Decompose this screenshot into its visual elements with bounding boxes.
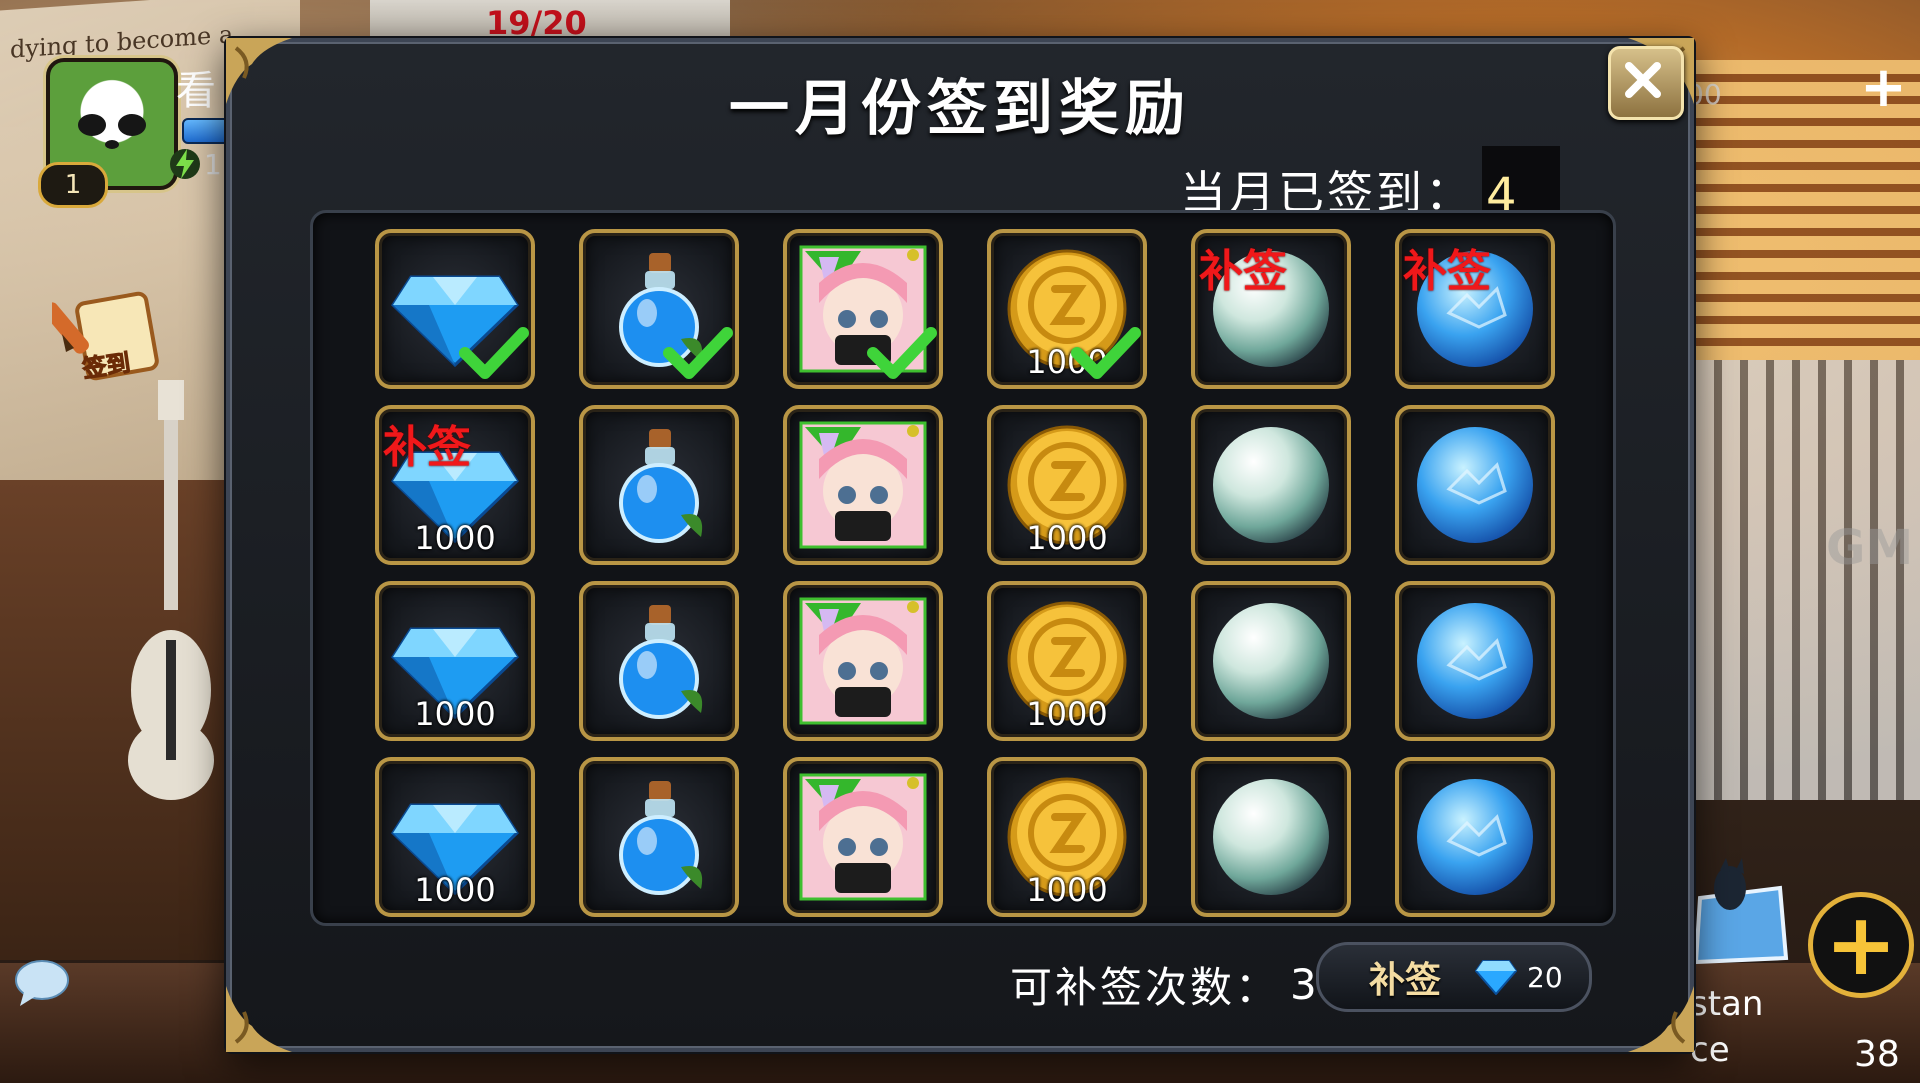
makeup-tag: 补签 <box>383 422 471 473</box>
diamond-icon <box>1475 960 1518 995</box>
reward-cell[interactable]: 1000 <box>987 757 1147 917</box>
energy-value: 1 <box>204 148 222 181</box>
gm-button[interactable]: GM <box>1826 520 1913 576</box>
reward-cell[interactable] <box>375 229 535 389</box>
plus-button[interactable]: + <box>1808 892 1914 998</box>
checkmark-icon <box>1071 327 1141 379</box>
reward-cell[interactable] <box>1191 405 1351 565</box>
reward-cell[interactable]: 1000 <box>375 757 535 917</box>
reward-grid: 1000 补签 补签 补签 1000 1000 1000 1000 1000 1… <box>375 229 1555 917</box>
signin-label[interactable]: 签到 <box>80 343 132 384</box>
makeup-count-row: 可补签次数： 3 <box>1010 954 1317 1015</box>
reward-cell[interactable] <box>1395 405 1555 565</box>
reward-cell[interactable]: 补签 <box>1395 229 1555 389</box>
close-icon <box>1625 62 1661 98</box>
side-number: 38 <box>1854 1034 1900 1075</box>
blue-orb-icon <box>1417 427 1533 543</box>
makeup-button-label: 补签 <box>1369 960 1442 1001</box>
character-icon <box>799 773 927 901</box>
add-currency-icon[interactable]: + <box>1860 60 1907 116</box>
top-counter: 19/20 <box>486 4 587 42</box>
reward-cell[interactable]: 补签 1000 <box>375 405 535 565</box>
potion-icon <box>619 605 703 719</box>
blue-orb-icon <box>1417 603 1533 719</box>
makeup-cost: 20 <box>1527 960 1563 994</box>
player-name: 看 <box>176 68 216 114</box>
reward-quantity: 1000 <box>1026 695 1108 733</box>
reward-cell[interactable]: 1000 <box>987 229 1147 389</box>
reward-quantity: 1000 <box>414 695 496 733</box>
makeup-signin-button[interactable]: 补签 20 <box>1316 942 1592 1012</box>
checkmark-icon <box>663 327 733 379</box>
avatar-eye-right <box>118 114 146 136</box>
reward-quantity: 1000 <box>414 871 496 909</box>
dialog-title: 一月份签到奖励 <box>729 74 1191 144</box>
character-icon <box>799 597 927 725</box>
side-label-1: stan <box>1690 984 1764 1024</box>
pearl-icon <box>1213 603 1329 719</box>
frame-corner-ornament <box>226 986 292 1052</box>
reward-grid-panel: 1000 补签 补签 补签 1000 1000 1000 1000 1000 1… <box>310 210 1616 926</box>
reward-cell[interactable]: 1000 <box>987 581 1147 741</box>
reward-cell[interactable] <box>579 581 739 741</box>
blue-orb-icon <box>1417 779 1533 895</box>
reward-cell[interactable]: 1000 <box>987 405 1147 565</box>
makeup-tag: 补签 <box>1199 246 1287 297</box>
map-icon[interactable] <box>1690 858 1790 968</box>
reward-quantity: 1000 <box>1026 871 1108 909</box>
reward-cell[interactable] <box>1191 757 1351 917</box>
makeup-count-label: 可补签次数： <box>1010 963 1281 1012</box>
pearl-icon <box>1213 427 1329 543</box>
avatar-eye-left <box>78 114 106 136</box>
character-icon <box>799 421 927 549</box>
reward-cell[interactable]: 补签 <box>1191 229 1351 389</box>
chat-bubble-icon[interactable] <box>14 958 70 1008</box>
makeup-tag: 补签 <box>1403 246 1491 297</box>
reward-cell[interactable] <box>783 757 943 917</box>
lightning-icon <box>170 149 200 179</box>
guitar-icon <box>128 380 214 800</box>
signin-reward-dialog: 一月份签到奖励 当月已签到： 4 1000 补签 补签 补签 1000 1000… <box>226 38 1694 1052</box>
player-level-badge: 1 <box>38 162 108 208</box>
reward-cell[interactable] <box>1191 581 1351 741</box>
reward-cell[interactable] <box>1395 581 1555 741</box>
avatar-nose <box>105 140 119 149</box>
reward-quantity: 1000 <box>1026 519 1108 557</box>
reward-cell[interactable] <box>579 405 739 565</box>
frame-corner-ornament <box>1628 986 1694 1052</box>
makeup-count-value: 3 <box>1290 960 1317 1009</box>
reward-cell[interactable] <box>1395 757 1555 917</box>
pearl-icon <box>1213 779 1329 895</box>
reward-quantity: 1000 <box>414 519 496 557</box>
radiator <box>1670 360 1920 800</box>
potion-icon <box>619 429 703 543</box>
reward-cell[interactable] <box>783 405 943 565</box>
reward-cell[interactable] <box>579 229 739 389</box>
close-button[interactable] <box>1608 46 1684 120</box>
checkmark-icon <box>867 327 937 379</box>
reward-cell[interactable] <box>783 229 943 389</box>
reward-cell[interactable]: 1000 <box>375 581 535 741</box>
potion-icon <box>619 781 703 895</box>
reward-cell[interactable] <box>783 581 943 741</box>
reward-cell[interactable] <box>579 757 739 917</box>
checkmark-icon <box>459 327 529 379</box>
